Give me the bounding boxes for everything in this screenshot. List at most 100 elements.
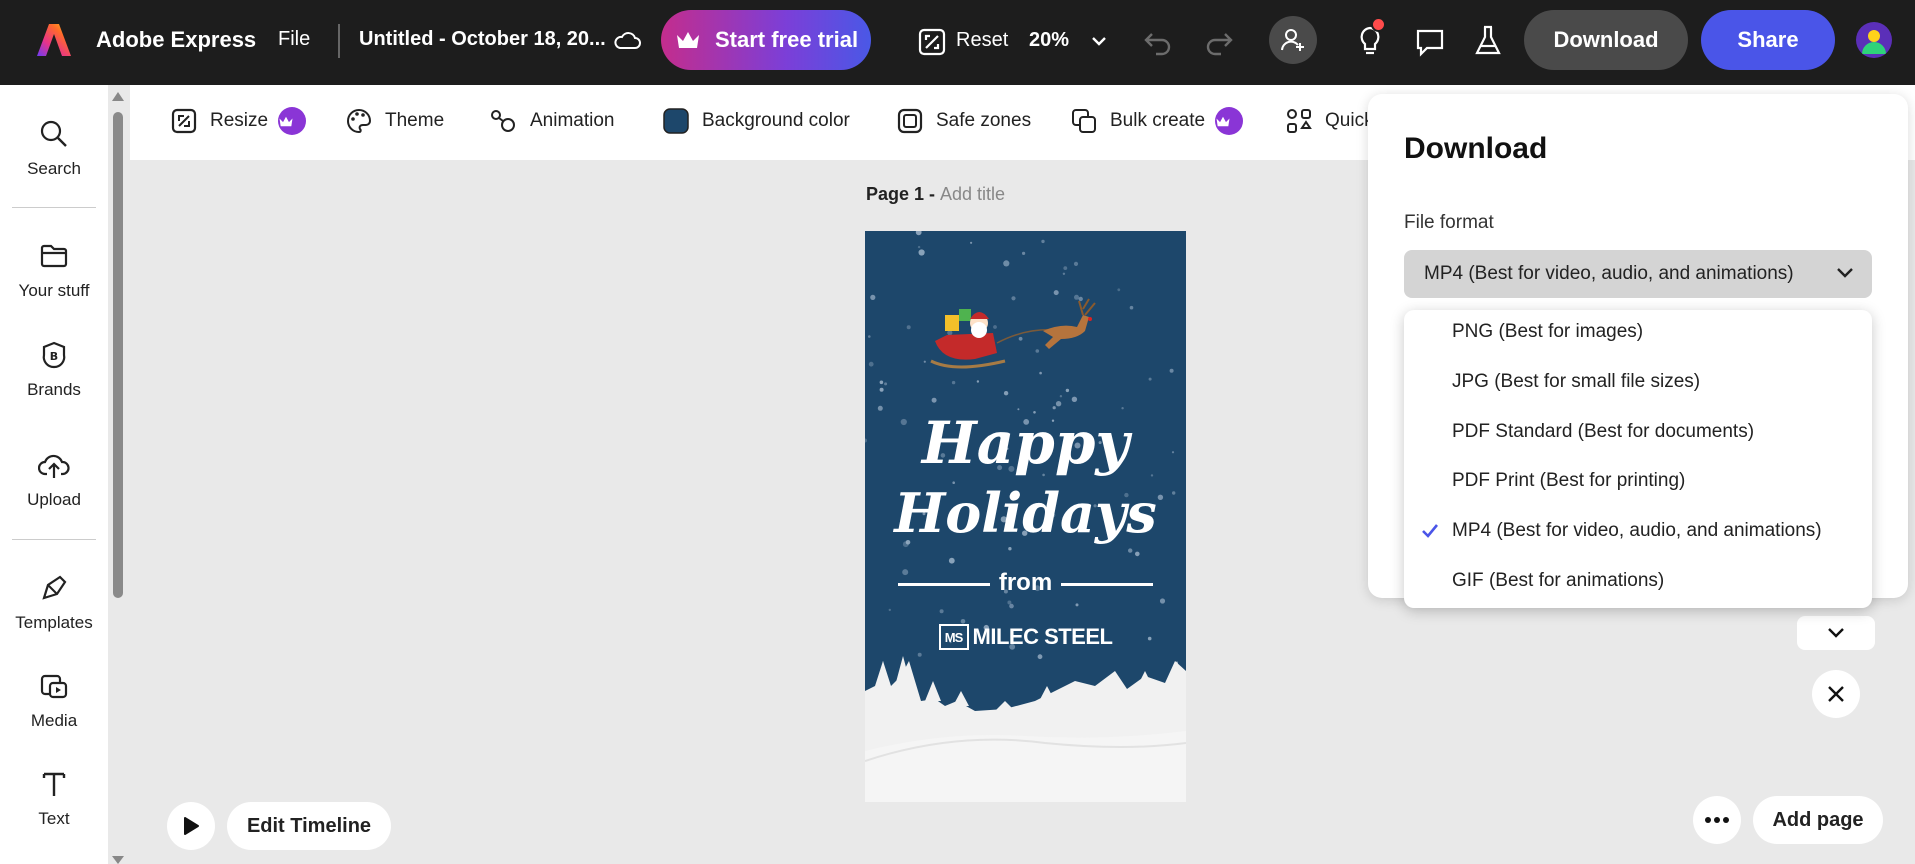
svg-text:B: B <box>50 350 58 363</box>
left-rail: Search Your stuff B Brands Upload Templa… <box>0 85 108 864</box>
adobe-express-logo-icon[interactable] <box>36 22 72 58</box>
safe-zones-label: Safe zones <box>936 110 1032 131</box>
theme-button[interactable]: Theme <box>345 107 444 135</box>
palette-icon <box>347 108 372 134</box>
avatar[interactable] <box>1856 22 1892 58</box>
sidebar-item-search[interactable]: Search <box>0 119 108 179</box>
snowflake <box>1078 296 1083 302</box>
snowflake <box>1039 371 1042 375</box>
add-page-button[interactable]: Add page <box>1753 796 1883 844</box>
bulk-create-label: Bulk create <box>1110 110 1206 131</box>
artboard[interactable]: Happy Holidays from MS MILEC STEEL <box>865 231 1186 802</box>
snowflake <box>879 387 884 392</box>
bulk-create-button[interactable]: Bulk create <box>1070 107 1244 135</box>
start-free-trial-button[interactable]: Start free trial <box>661 10 871 70</box>
reset-icon[interactable] <box>917 27 947 57</box>
redo-icon[interactable] <box>1203 26 1235 58</box>
cloud-sync-icon[interactable] <box>612 28 642 52</box>
reset-button[interactable]: Reset <box>956 29 1008 52</box>
artboard-brand-logo[interactable]: MS MILEC STEEL <box>865 624 1186 650</box>
artboard-title-line1[interactable]: Happy <box>865 409 1186 477</box>
safe-zones-icon <box>897 108 923 134</box>
download-panel-title: Download <box>1404 132 1548 165</box>
divider <box>12 207 96 208</box>
notification-dot <box>1371 17 1386 32</box>
format-option-label: JPG (Best for small file sizes) <box>1452 371 1701 392</box>
animation-button[interactable]: Animation <box>488 107 615 135</box>
panel-expand-button[interactable] <box>1797 616 1875 650</box>
snowflake <box>1073 261 1079 266</box>
animation-label: Animation <box>530 110 615 131</box>
snowflake <box>915 231 922 236</box>
snowflake <box>1062 272 1066 275</box>
invite-people-button[interactable] <box>1269 16 1317 64</box>
document-title[interactable]: Untitled - October 18, 20... <box>359 28 606 51</box>
snowflake <box>1053 290 1059 296</box>
safe-zones-button[interactable]: Safe zones <box>896 107 1031 135</box>
format-option-label: PNG (Best for images) <box>1452 321 1644 342</box>
sidebar-item-text[interactable]: Text <box>0 769 108 829</box>
upload-icon <box>38 454 70 478</box>
undo-icon[interactable] <box>1142 26 1174 58</box>
page-label: Page 1 - Add title <box>866 184 1005 205</box>
artboard-title-line2[interactable]: Holidays <box>865 481 1186 545</box>
file-format-label: File format <box>1404 212 1494 233</box>
sidebar-item-upload[interactable]: Upload <box>0 450 108 510</box>
snowflake <box>1035 349 1040 353</box>
format-option-gif[interactable]: GIF (Best for animations) <box>1404 559 1872 603</box>
flask-icon[interactable] <box>1472 24 1504 58</box>
page-title-input[interactable]: Add title <box>940 184 1005 204</box>
comment-icon[interactable] <box>1414 26 1446 58</box>
snowflake <box>879 380 884 385</box>
animation-icon <box>491 110 515 132</box>
format-option-label: GIF (Best for animations) <box>1452 570 1665 591</box>
sidebar-item-label: Upload <box>27 490 81 509</box>
sidebar-item-your-stuff[interactable]: Your stuff <box>0 241 108 301</box>
scroll-thumb[interactable] <box>113 112 123 598</box>
chevron-down-icon[interactable] <box>1090 32 1108 50</box>
scroll-up-arrow[interactable] <box>112 92 124 101</box>
top-bar: Adobe Express File Untitled - October 18… <box>0 0 1915 85</box>
close-button[interactable] <box>1812 670 1860 718</box>
format-option-jpg[interactable]: JPG (Best for small file sizes) <box>1404 360 1872 404</box>
snowflake <box>1003 260 1010 267</box>
snowflake <box>1075 603 1079 607</box>
zoom-level[interactable]: 20% <box>1029 29 1069 52</box>
snowflake <box>870 294 876 300</box>
more-icon <box>1705 817 1729 823</box>
format-option-pdf-standard[interactable]: PDF Standard (Best for documents) <box>1404 410 1872 454</box>
scroll-down-arrow[interactable] <box>112 856 124 864</box>
quick-actions-button[interactable]: Quick <box>1285 107 1374 135</box>
file-format-select[interactable]: MP4 (Best for video, audio, and animatio… <box>1404 250 1872 298</box>
snowflake <box>970 241 973 244</box>
sidebar-item-templates[interactable]: Templates <box>0 573 108 633</box>
background-color-button[interactable]: Background color <box>662 107 850 135</box>
snowflake <box>868 335 871 338</box>
download-button[interactable]: Download <box>1524 10 1688 70</box>
chevron-down-icon <box>1837 268 1853 278</box>
file-menu[interactable]: File <box>278 28 310 51</box>
sidebar-item-label: Your stuff <box>18 281 90 300</box>
format-option-pdf-print[interactable]: PDF Print (Best for printing) <box>1404 459 1872 503</box>
sidebar-item-label: Search <box>27 159 81 178</box>
snowflake <box>1074 294 1079 300</box>
format-option-label: PDF Standard (Best for documents) <box>1452 421 1755 442</box>
snowflake <box>1009 603 1014 609</box>
snowflake <box>948 557 955 564</box>
resize-button[interactable]: Resize <box>170 107 307 135</box>
sidebar-item-brands[interactable]: B Brands <box>0 340 108 400</box>
snowflake <box>1011 296 1016 301</box>
snowflake <box>1148 377 1152 381</box>
sidebar-item-media[interactable]: Media <box>0 671 108 731</box>
premium-crown-icon <box>1215 107 1244 135</box>
play-button[interactable] <box>167 802 215 850</box>
more-options-button[interactable] <box>1693 796 1741 844</box>
format-option-png[interactable]: PNG (Best for images) <box>1404 310 1872 354</box>
edit-timeline-button[interactable]: Edit Timeline <box>227 802 391 850</box>
close-icon <box>1828 686 1844 702</box>
sidebar-scrollbar[interactable] <box>111 92 125 864</box>
share-button[interactable]: Share <box>1701 10 1835 70</box>
format-option-label: PDF Print (Best for printing) <box>1452 470 1686 491</box>
snowflake <box>917 245 921 249</box>
format-option-mp4[interactable]: MP4 (Best for video, audio, and animatio… <box>1404 509 1872 553</box>
